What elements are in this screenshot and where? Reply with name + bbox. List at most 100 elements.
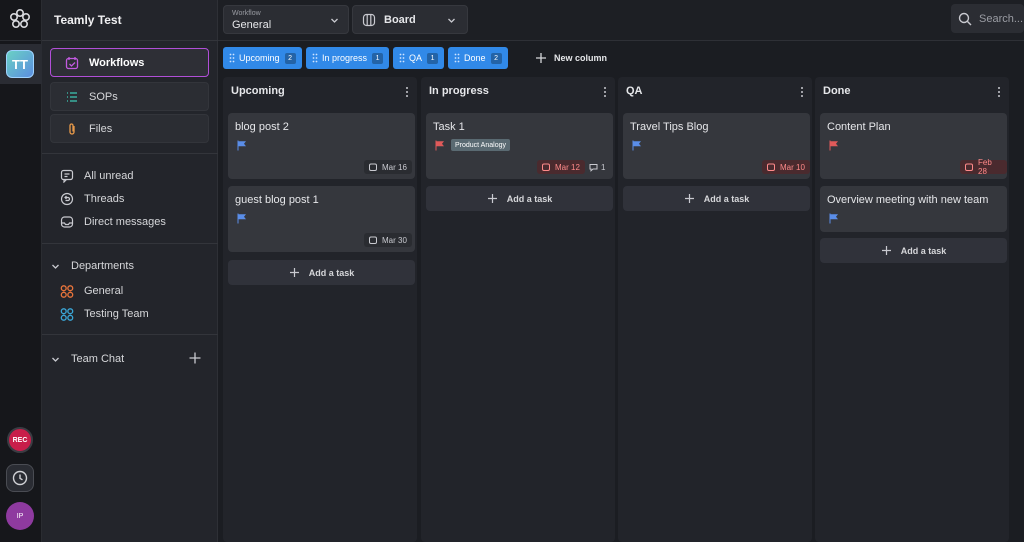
app-rail: TT REC IP — [0, 0, 42, 542]
plus-icon — [535, 52, 547, 64]
due-date-badge: Mar 12 — [537, 160, 585, 174]
sidebar-item-label: Workflows — [89, 56, 145, 69]
inbox-icon — [60, 215, 74, 229]
sidebar-divider — [42, 243, 218, 244]
comment-count: 1 — [589, 160, 605, 174]
task-card[interactable]: blog post 2 Mar 16 — [228, 113, 415, 179]
department-label: General — [84, 285, 124, 297]
sidebar-divider — [42, 334, 218, 335]
sidebar-item-workflows[interactable]: Workflows — [50, 48, 209, 77]
clock-icon[interactable] — [6, 464, 34, 492]
chip-count: 1 — [372, 52, 384, 64]
sidebar-item-label: SOPs — [89, 90, 118, 103]
drag-handle-icon[interactable] — [454, 53, 460, 63]
due-date-badge: Mar 16 — [364, 160, 412, 174]
department-label: Testing Team — [84, 308, 149, 320]
workflow-select[interactable]: Workflow General — [223, 5, 349, 34]
workflow-value: General — [232, 19, 272, 31]
chip-label: QA — [409, 53, 423, 63]
due-date-badge: Mar 30 — [364, 233, 412, 247]
add-chat-plus-icon[interactable] — [188, 351, 202, 365]
department-testing-team[interactable]: Testing Team — [60, 306, 149, 322]
add-task-button[interactable]: Add a task — [426, 186, 613, 211]
sidebar-item-label: Files — [89, 122, 113, 135]
teamly-logo-icon[interactable] — [9, 8, 31, 30]
top-bar: Workflow General Board Search... — [218, 0, 1024, 41]
column-chip-qa[interactable]: QA 1 — [393, 47, 445, 69]
sidebar-link-direct-messages[interactable]: Direct messages — [60, 214, 166, 230]
column-chip-done[interactable]: Done 2 — [448, 47, 508, 69]
flag-icon — [631, 140, 642, 151]
view-select[interactable]: Board — [352, 5, 468, 34]
more-vertical-icon[interactable] — [997, 86, 1001, 98]
paperclip-icon — [65, 122, 79, 136]
task-title: guest blog post 1 — [235, 194, 319, 206]
task-title: Travel Tips Blog — [630, 121, 709, 133]
board-view-icon — [362, 13, 376, 27]
add-task-button[interactable]: Add a task — [228, 260, 415, 285]
drag-handle-icon[interactable] — [399, 53, 405, 63]
task-card[interactable]: Overview meeting with new team — [820, 186, 1007, 232]
chat-bubble-icon — [60, 169, 74, 183]
sidebar-link-label: Threads — [84, 193, 125, 205]
column-chip-upcoming[interactable]: Upcoming 2 — [223, 47, 302, 69]
record-button[interactable]: REC — [7, 427, 33, 453]
comment-count-text: 1 — [601, 162, 606, 172]
chevron-down-icon — [330, 16, 339, 28]
departments-label: Departments — [71, 260, 134, 272]
task-tag: Product Analogy — [451, 139, 510, 151]
calendar-icon — [369, 236, 377, 244]
sidebar-item-sops[interactable]: SOPs — [50, 82, 209, 111]
team-chat-section-toggle[interactable]: Team Chat — [51, 352, 124, 366]
workspace-avatar[interactable]: TT — [6, 50, 34, 78]
task-card[interactable]: Content Plan Feb 28 — [820, 113, 1007, 179]
user-avatar[interactable]: IP — [6, 502, 34, 530]
sidebar-link-threads[interactable]: Threads — [60, 191, 124, 207]
rail-divider — [0, 40, 42, 41]
add-task-button[interactable]: Add a task — [623, 186, 810, 211]
chevron-down-icon — [51, 262, 61, 271]
due-date-text: Mar 10 — [780, 162, 805, 172]
thread-icon — [60, 192, 74, 206]
add-task-label: Add a task — [506, 193, 553, 204]
view-value: Board — [384, 13, 416, 26]
chip-count: 2 — [490, 52, 502, 64]
department-icon — [60, 307, 74, 321]
team-chat-label: Team Chat — [71, 353, 125, 365]
add-task-button[interactable]: Add a task — [820, 238, 1007, 263]
new-column-button[interactable]: New column — [535, 51, 607, 65]
column-title: Upcoming — [231, 85, 285, 97]
calendar-icon — [369, 163, 377, 171]
due-date-text: Mar 30 — [382, 235, 407, 245]
task-card[interactable]: Task 1 Product Analogy Mar 12 1 — [426, 113, 613, 179]
search-placeholder: Search... — [979, 12, 1024, 25]
more-vertical-icon[interactable] — [405, 86, 409, 98]
departments-section-toggle[interactable]: Departments — [51, 259, 134, 273]
department-icon — [60, 284, 74, 298]
flag-icon — [828, 140, 839, 151]
department-general[interactable]: General — [60, 283, 123, 299]
task-title: Task 1 — [433, 121, 465, 133]
drag-handle-icon[interactable] — [312, 53, 318, 63]
column-title: Done — [823, 85, 851, 97]
sidebar-link-all-unread[interactable]: All unread — [60, 168, 134, 184]
add-task-label: Add a task — [703, 193, 750, 204]
task-card[interactable]: Travel Tips Blog Mar 10 — [623, 113, 810, 179]
more-vertical-icon[interactable] — [603, 86, 607, 98]
task-card[interactable]: guest blog post 1 Mar 30 — [228, 186, 415, 252]
chevron-down-icon — [51, 355, 61, 364]
drag-handle-icon[interactable] — [229, 53, 235, 63]
sidebar-link-label: All unread — [84, 170, 134, 182]
sidebar-item-files[interactable]: Files — [50, 114, 209, 143]
search-input[interactable]: Search... — [951, 4, 1024, 33]
comment-icon — [589, 163, 598, 172]
chip-label: In progress — [322, 53, 368, 63]
add-task-label: Add a task — [900, 245, 947, 256]
task-title: blog post 2 — [235, 121, 289, 133]
chip-label: Upcoming — [239, 53, 280, 63]
due-date-badge: Feb 28 — [960, 158, 1007, 176]
flag-icon — [828, 213, 839, 224]
column-title: QA — [626, 85, 643, 97]
more-vertical-icon[interactable] — [800, 86, 804, 98]
column-chip-in-progress[interactable]: In progress 1 — [306, 47, 390, 69]
